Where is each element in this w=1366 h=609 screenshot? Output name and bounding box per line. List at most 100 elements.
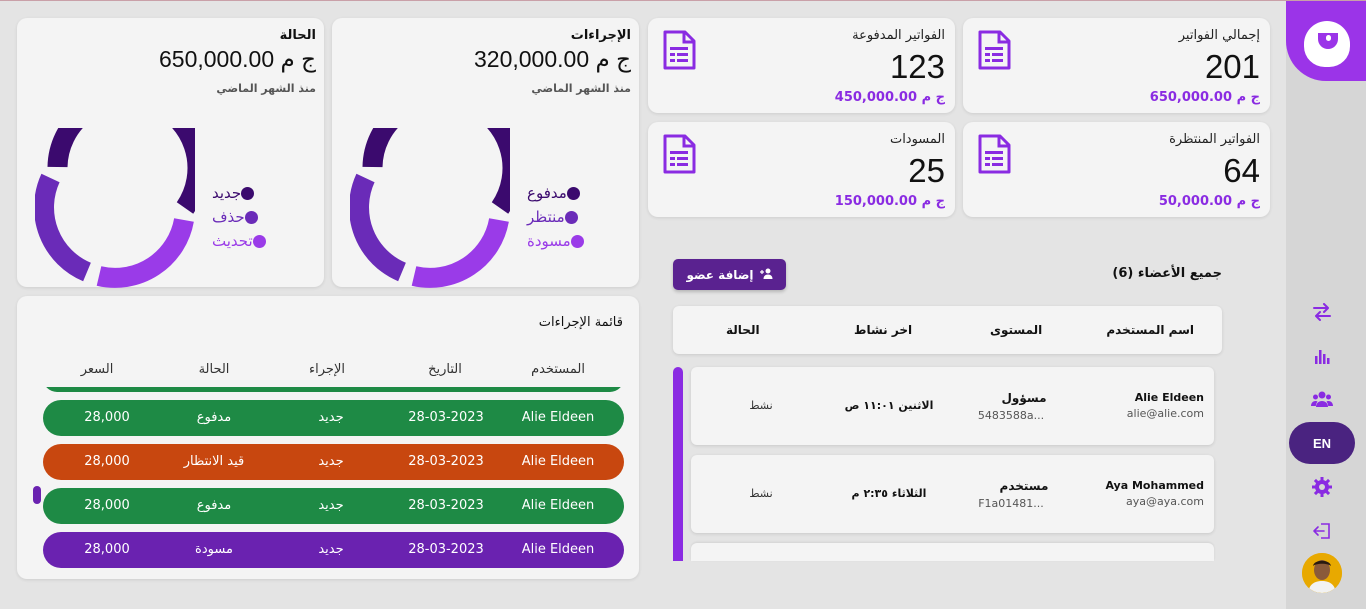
legend-label: مدفوع	[527, 184, 567, 202]
legend-label: جديد	[212, 184, 242, 202]
member-status: نشط	[749, 487, 773, 500]
cell-action: جديد	[318, 498, 344, 513]
cell-user: Alie Eldeen	[521, 542, 595, 557]
table-row[interactable]: Alie Eldeen 28-03-2023 جديد مسودة 28,000	[43, 532, 624, 568]
app-logo[interactable]	[1286, 1, 1366, 81]
member-email: alie@alie.com	[1126, 407, 1204, 420]
sidebar: EN	[1286, 1, 1366, 609]
logout-icon[interactable]	[1310, 519, 1334, 543]
status-summary-card: الحالة 650,000.00 ج م منذ الشهر الماضي ج…	[17, 18, 324, 288]
stat-amount: 150,000.00 ج م	[834, 194, 945, 209]
bar-chart-icon[interactable]	[1310, 344, 1334, 368]
member-last-activity: الثلاثاء ٢:٣٥ م	[851, 487, 927, 500]
language-toggle-button[interactable]: EN	[1289, 422, 1355, 464]
actions-list-title: قائمة الإجراءات	[538, 315, 623, 330]
gear-icon[interactable]	[1310, 475, 1334, 499]
legend-item: مسودة	[527, 229, 586, 253]
invoice-icon	[662, 30, 696, 74]
legend-dot	[252, 234, 266, 248]
card-amount: 320,000.00 ج م	[474, 46, 631, 72]
stat-value: 64	[1223, 152, 1260, 189]
card-title: الحالة	[279, 28, 316, 43]
cell-user: Alie Eldeen	[521, 410, 595, 425]
actions-list-card: قائمة الإجراءات المستخدم التاريخ الإجراء…	[17, 296, 639, 579]
table-row-partial	[43, 387, 624, 392]
members-scrollbar[interactable]	[673, 367, 683, 561]
user-avatar[interactable]	[1302, 553, 1342, 593]
donut-legend: جديد حذف تحديث	[212, 181, 268, 253]
cell-date: 28-03-2023	[408, 410, 484, 425]
table-row[interactable]: Alie Eldeen 28-03-2023 جديد قيد الانتظار…	[43, 444, 624, 480]
stat-title: إجمالي الفواتير	[1178, 28, 1260, 43]
stat-card-drafts: المسودات 25 150,000.00 ج م	[648, 122, 955, 217]
stat-card-pending-invoices: الفواتير المنتظرة 64 50,000.00 ج م	[963, 122, 1270, 217]
legend-label: مسودة	[527, 232, 571, 250]
cell-date: 28-03-2023	[408, 454, 484, 469]
member-level-id: 5483588a...	[977, 409, 1045, 422]
donut-legend: مدفوع منتظر مسودة	[527, 181, 586, 253]
actions-donut-chart	[350, 128, 510, 288]
stat-card-total-invoices: إجمالي الفواتير 201 650,000.00 ج م	[963, 18, 1270, 113]
donut-segment-draft	[411, 217, 509, 288]
member-name: Alie Eldeen	[1134, 391, 1204, 404]
cell-user: Alie Eldeen	[521, 454, 595, 469]
add-user-icon	[759, 268, 773, 282]
swap-arrows-icon[interactable]	[1310, 300, 1334, 324]
donut-segment-update	[96, 217, 194, 288]
card-subtitle: منذ الشهر الماضي	[216, 82, 316, 95]
cell-price: 28,000	[84, 542, 130, 557]
table-row[interactable]: Alie Eldeen 28-03-2023 جديد مدفوع 28,000	[43, 488, 624, 524]
cell-action: جديد	[318, 542, 344, 557]
users-icon[interactable]	[1310, 387, 1334, 411]
member-row[interactable]: Alie Eldeen alie@alie.com مسؤول 5483588a…	[691, 367, 1214, 445]
legend-label: منتظر	[527, 208, 565, 226]
legend-item: جديد	[212, 181, 268, 205]
card-subtitle: منذ الشهر الماضي	[531, 82, 631, 95]
legend-dot	[570, 234, 584, 248]
cell-date: 28-03-2023	[408, 498, 484, 513]
table-row[interactable]: Alie Eldeen 28-03-2023 جديد مدفوع 28,000	[43, 400, 624, 436]
add-member-label: إضافة عضو	[686, 267, 754, 282]
stat-amount: 50,000.00 ج م	[1158, 194, 1260, 209]
legend-dot	[566, 186, 580, 200]
add-member-button[interactable]: إضافة عضو	[673, 259, 786, 290]
legend-item: منتظر	[527, 205, 586, 229]
stat-title: الفواتير المنتظرة	[1169, 132, 1260, 147]
card-title: الإجراءات	[570, 28, 631, 43]
legend-dot	[241, 186, 255, 200]
donut-segment-paid	[362, 128, 510, 214]
member-name: Aya Mohammed	[1105, 479, 1204, 492]
member-level: مستخدم	[999, 479, 1049, 493]
stat-value: 25	[908, 152, 945, 189]
column-header-level: المستوى	[990, 323, 1043, 337]
cell-price: 28,000	[84, 498, 130, 513]
invoice-icon	[977, 134, 1011, 178]
donut-segment-delete	[35, 173, 92, 282]
cell-status: مسودة	[195, 542, 233, 557]
legend-dot	[564, 210, 578, 224]
column-header-action: الإجراء	[309, 362, 345, 377]
member-last-activity: الاثنين ١١:٠١ ص	[844, 399, 934, 412]
invoice-icon	[662, 134, 696, 178]
stat-title: المسودات	[889, 132, 945, 147]
legend-label: تحديث	[212, 232, 253, 250]
stat-card-paid-invoices: الفواتير المدفوعة 123 450,000.00 ج م	[648, 18, 955, 113]
legend-dot	[244, 210, 258, 224]
stat-value: 123	[889, 48, 945, 85]
members-title: جميع الأعضاء (6)	[1112, 266, 1222, 281]
member-row[interactable]: Aya Mohammed aya@aya.com مستخدم F1a01481…	[691, 455, 1214, 533]
cell-date: 28-03-2023	[408, 542, 484, 557]
scrollbar-thumb[interactable]	[33, 486, 41, 504]
column-header-date: التاريخ	[428, 362, 462, 377]
member-row-partial	[691, 543, 1214, 561]
cell-price: 28,000	[84, 410, 130, 425]
invoice-icon	[977, 30, 1011, 74]
member-status: نشط	[749, 399, 773, 412]
donut-segment-pending	[350, 173, 407, 282]
column-header-user: المستخدم	[531, 362, 585, 377]
actions-summary-card: الإجراءات 320,000.00 ج م منذ الشهر الماض…	[332, 18, 639, 288]
legend-label: حذف	[212, 208, 245, 226]
members-table-header: اسم المستخدم المستوى اخر نشاط الحالة	[673, 306, 1222, 354]
column-header-price: السعر	[80, 362, 114, 377]
status-donut-chart	[35, 128, 195, 288]
